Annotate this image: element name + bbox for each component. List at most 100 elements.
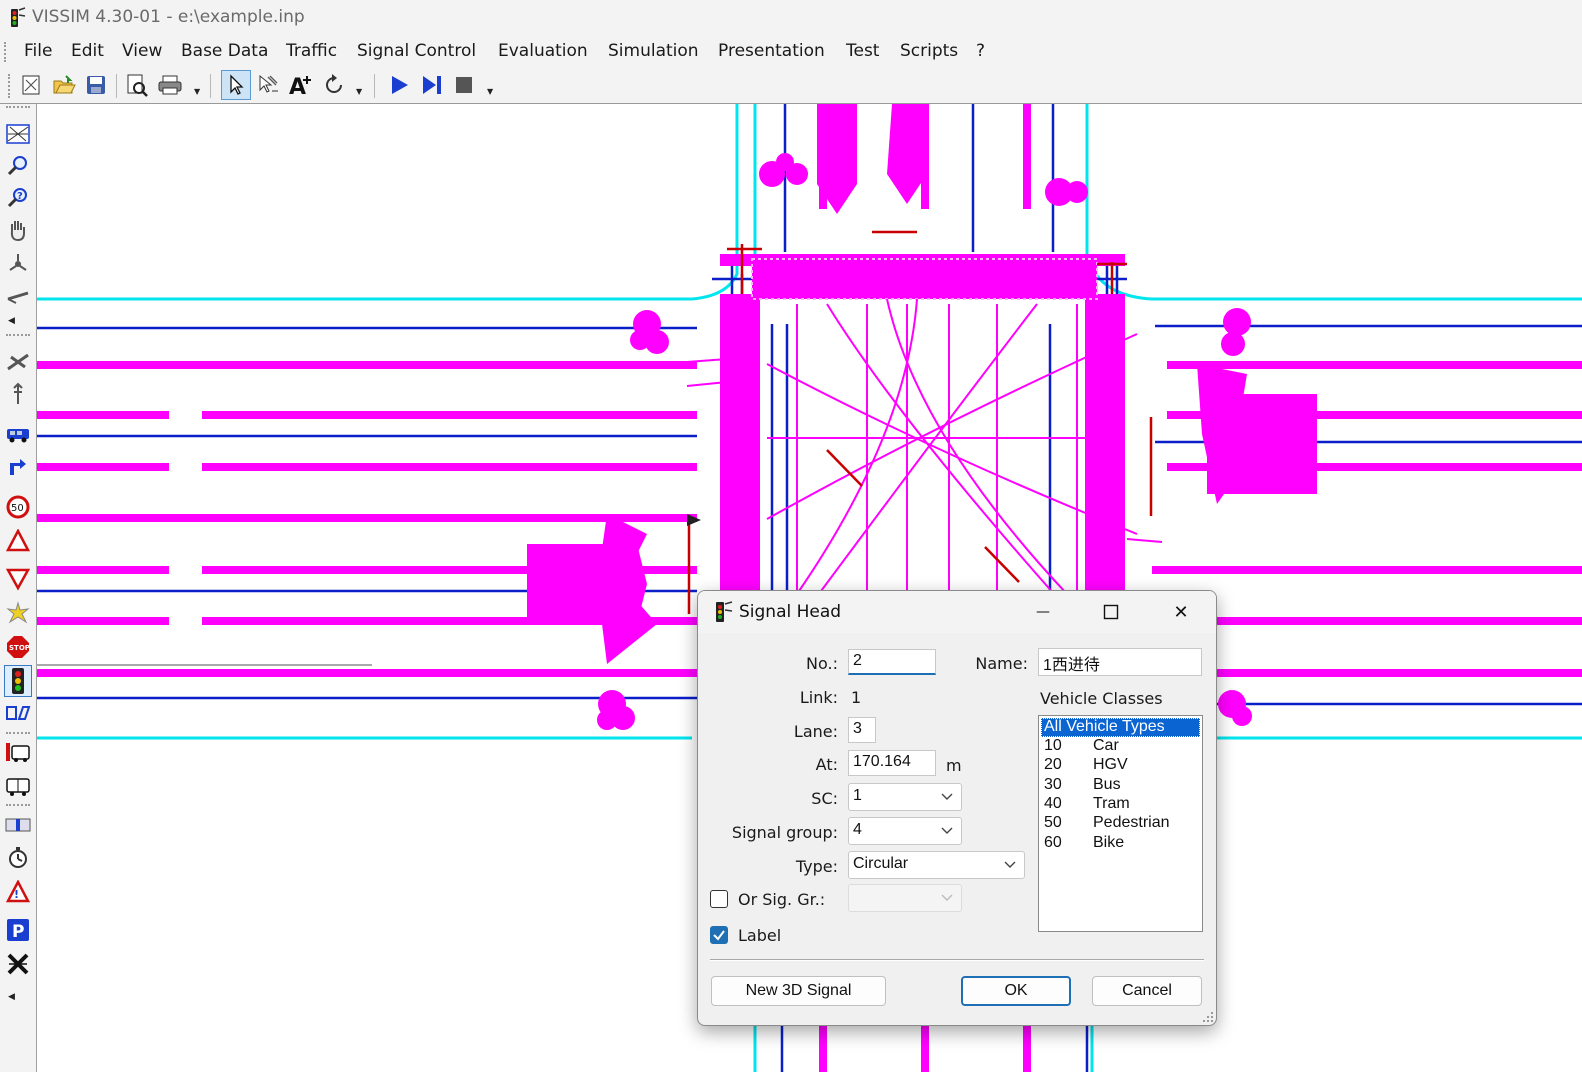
list-item[interactable]: 20 HGV	[1041, 756, 1200, 775]
detectors-icon[interactable]	[4, 699, 32, 727]
new-3d-signal-button[interactable]: New 3D Signal	[711, 976, 886, 1006]
menu-base-data[interactable]: Base Data	[181, 41, 268, 61]
network-toolbar: ? ◀ 50 STOP ! P ◀	[0, 104, 37, 1072]
name-input[interactable]: 1西进待	[1038, 648, 1202, 676]
signal-group-value: 4	[853, 821, 862, 838]
menu-signal-control[interactable]: Signal Control	[357, 41, 476, 61]
save-icon[interactable]	[83, 72, 109, 98]
signal-head-icon[interactable]	[4, 665, 32, 697]
sc-value: 1	[853, 787, 862, 804]
open-folder-icon[interactable]	[51, 72, 77, 98]
resize-grip-icon[interactable]	[1203, 1012, 1213, 1022]
main-toolbar: ▼ A ▼ ▼	[0, 68, 1582, 104]
vehicle-inputs-icon[interactable]	[4, 420, 32, 448]
list-item[interactable]: 30 Bus	[1041, 776, 1200, 795]
at-input[interactable]: 170.164	[848, 750, 936, 776]
menu-help[interactable]: ?	[976, 41, 985, 61]
menu-evaluation[interactable]: Evaluation	[498, 41, 588, 61]
nodes-icon[interactable]	[4, 380, 32, 408]
background-icon[interactable]	[4, 348, 32, 376]
multi-select-icon[interactable]	[255, 72, 281, 98]
menu-simulation[interactable]: Simulation	[608, 41, 699, 61]
list-item[interactable]: 40 Tram	[1041, 795, 1200, 814]
menu-traffic[interactable]: Traffic	[286, 41, 337, 61]
data-collection-icon[interactable]	[4, 950, 32, 978]
zoom-out-icon[interactable]: ?	[4, 184, 32, 212]
dialog-title: Signal Head	[739, 602, 842, 622]
minimize-button[interactable]: —	[1020, 597, 1066, 627]
links-connectors-icon[interactable]	[4, 282, 32, 310]
menu-presentation[interactable]: Presentation	[718, 41, 825, 61]
dialog-title-bar: Signal Head — ✕	[698, 591, 1216, 633]
vissim-app-icon	[11, 7, 26, 27]
or-sig-checkbox[interactable]	[710, 890, 728, 908]
list-item[interactable]: 60 Bike	[1041, 834, 1200, 853]
signal-group-label: Signal group:	[731, 823, 838, 842]
sc-select[interactable]: 1	[848, 783, 962, 811]
list-item[interactable]: 50 Pedestrian	[1041, 814, 1200, 833]
menu-edit[interactable]: Edit	[71, 41, 104, 61]
link-value: 1	[851, 688, 862, 707]
rotate-network-icon[interactable]	[4, 249, 32, 277]
close-button[interactable]: ✕	[1158, 597, 1204, 627]
vehicle-classes-list[interactable]: All Vehicle Types 10 Car 20 HGV 30 Bus 40 Tr…	[1038, 715, 1203, 932]
network-overview-icon[interactable]	[4, 120, 32, 148]
select-pointer-icon[interactable]	[221, 70, 251, 100]
maximize-icon	[1103, 604, 1119, 620]
svg-text:50: 50	[11, 503, 24, 514]
print-icon[interactable]	[157, 72, 183, 98]
menu-bar: File Edit View Base Data Traffic Signal …	[0, 36, 1582, 68]
label-checkbox[interactable]	[710, 926, 728, 944]
svg-text:P: P	[12, 922, 24, 942]
cancel-button[interactable]: Cancel	[1092, 976, 1202, 1006]
type-value: Circular	[853, 855, 909, 872]
svg-text:STOP: STOP	[9, 644, 30, 652]
parking-icon[interactable]: P	[4, 916, 32, 944]
add-label-icon[interactable]: A	[288, 72, 314, 98]
collapse-arrow-bottom-icon[interactable]: ◀	[8, 992, 15, 1002]
new-network-icon[interactable]	[18, 72, 44, 98]
menu-view[interactable]: View	[122, 41, 162, 61]
print-preview-icon[interactable]	[124, 72, 150, 98]
run-continuous-icon[interactable]	[386, 72, 412, 98]
print-dropdown-icon[interactable]: ▼	[194, 87, 200, 96]
or-sig-select[interactable]	[848, 884, 962, 912]
single-step-icon[interactable]	[419, 72, 445, 98]
signal-head-dialog-icon	[716, 601, 733, 622]
queue-counters-icon[interactable]: !	[4, 878, 32, 906]
type-label: Type:	[795, 857, 838, 876]
collapse-arrow-icon[interactable]: ◀	[8, 316, 15, 326]
no-input[interactable]: 2	[848, 649, 936, 675]
routing-decisions-icon[interactable]	[4, 453, 32, 481]
lane-input[interactable]: 3	[848, 717, 876, 743]
svg-text:!: !	[14, 888, 19, 901]
reduced-speed-icon[interactable]	[4, 527, 32, 555]
minimize-icon: —	[1036, 604, 1050, 620]
maximize-button[interactable]	[1088, 597, 1134, 627]
list-item[interactable]: All Vehicle Types	[1041, 718, 1200, 737]
conflict-areas-icon[interactable]	[4, 599, 32, 627]
stop-sign-icon[interactable]: STOP	[4, 633, 32, 661]
signal-group-select[interactable]: 4	[848, 817, 962, 845]
zoom-in-icon[interactable]	[4, 152, 32, 180]
transit-lines-icon[interactable]	[4, 772, 32, 800]
travel-times-icon[interactable]	[4, 844, 32, 872]
list-item[interactable]: 10 Car	[1041, 737, 1200, 756]
stop-icon[interactable]	[451, 72, 477, 98]
chevron-down-icon	[941, 827, 953, 834]
simulation-dropdown-icon[interactable]: ▼	[487, 87, 493, 96]
no-label: No.:	[806, 654, 838, 673]
menu-test[interactable]: Test	[846, 41, 879, 61]
measurement-icon[interactable]	[4, 811, 32, 839]
type-select[interactable]: Circular	[848, 851, 1025, 879]
priority-rules-icon[interactable]	[4, 565, 32, 593]
ok-button[interactable]: OK	[961, 976, 1071, 1006]
speed-decision-icon[interactable]: 50	[4, 493, 32, 521]
rotate-icon[interactable]	[321, 72, 347, 98]
rotate-dropdown-icon[interactable]: ▼	[356, 87, 362, 96]
menu-file[interactable]: File	[24, 41, 52, 61]
transit-stops-icon[interactable]	[4, 738, 32, 766]
pan-hand-icon[interactable]	[4, 216, 32, 244]
or-sig-label: Or Sig. Gr.:	[738, 890, 826, 909]
menu-scripts[interactable]: Scripts	[900, 41, 958, 61]
